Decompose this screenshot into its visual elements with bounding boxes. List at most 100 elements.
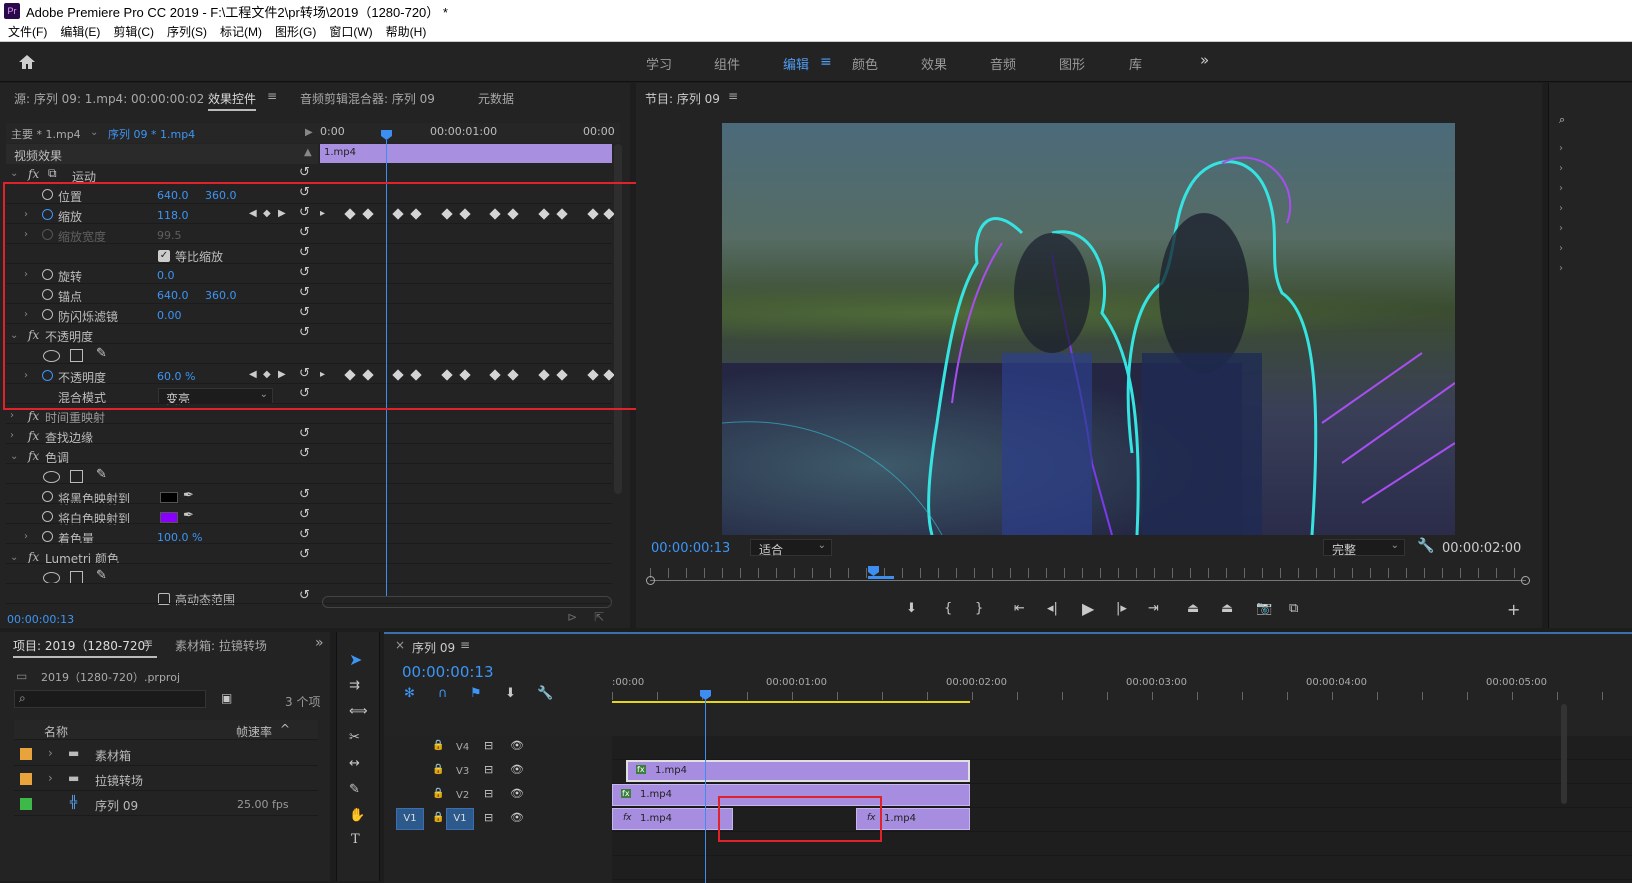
expand-icon[interactable]: › <box>10 410 14 421</box>
effect-clip-bar[interactable]: 1.mp4 <box>320 144 612 163</box>
close-icon[interactable]: × <box>395 638 405 652</box>
program-timecode[interactable]: 00:00:00:13 <box>651 541 730 556</box>
lock-icon[interactable]: 🔒 <box>432 812 444 823</box>
expand-icon[interactable]: › <box>1559 143 1563 154</box>
menu-marker[interactable]: 标记(M) <box>220 23 262 40</box>
workspace-menu-icon[interactable]: ≡ <box>820 54 832 70</box>
scrub-start-handle[interactable] <box>646 576 655 585</box>
expand-icon[interactable]: › <box>1559 203 1563 214</box>
eyedropper-icon[interactable]: ✒ <box>183 508 194 523</box>
sync-lock-icon[interactable]: ⊟ <box>484 763 493 776</box>
pen-mask-icon[interactable]: ✎ <box>96 568 107 583</box>
stopwatch-icon[interactable] <box>42 491 53 502</box>
filter-icon[interactable]: ⊳ <box>567 610 577 624</box>
workspace-effects[interactable]: 效果 <box>921 54 947 73</box>
new-search-bin-icon[interactable]: ▣ <box>221 691 232 705</box>
menu-file[interactable]: 文件(F) <box>8 23 47 40</box>
pen-tool-icon[interactable]: ✎ <box>349 782 360 797</box>
sequence-clip-label[interactable]: 序列 09 * 1.mp4 <box>108 126 195 142</box>
chevron-down-icon[interactable]: ⌄ <box>10 552 18 563</box>
white-map-color-swatch[interactable] <box>160 512 178 523</box>
extract-icon[interactable]: ⏏ <box>1221 601 1233 616</box>
list-item[interactable]: › ▬ 拉镜转场 <box>14 767 318 791</box>
step-back-icon[interactable]: ◂| <box>1047 601 1058 616</box>
linked-selection-icon[interactable]: ⚑ <box>470 686 482 701</box>
more-panels-icon[interactable]: » <box>315 635 324 651</box>
menu-clip[interactable]: 剪辑(C) <box>113 23 154 40</box>
collapse-icon[interactable]: ▲ <box>304 147 312 158</box>
chevron-down-icon[interactable]: ⌄ <box>10 451 18 462</box>
fx-badge-icon[interactable]: fx <box>28 550 39 564</box>
eyedropper-icon[interactable]: ✒ <box>183 488 194 503</box>
sort-ascending-icon[interactable]: ^ <box>280 722 290 736</box>
track-select-tool-icon[interactable]: ⇉ <box>349 678 360 693</box>
eye-icon[interactable]: 👁 <box>510 763 524 776</box>
menu-window[interactable]: 窗口(W) <box>329 23 372 40</box>
track-target-v1[interactable]: V1 <box>446 808 474 830</box>
wrench-icon[interactable]: 🔧 <box>1417 538 1434 554</box>
play-icon[interactable]: ▶ <box>1082 599 1094 618</box>
comparison-view-icon[interactable]: ⧉ <box>1289 601 1298 616</box>
button-editor-icon[interactable]: + <box>1507 600 1520 619</box>
horizontal-zoom-scrollbar[interactable] <box>322 596 612 608</box>
effect-controls-timecode[interactable]: 00:00:00:13 <box>7 613 74 626</box>
stopwatch-icon[interactable] <box>42 531 53 542</box>
timeline-ruler[interactable]: :00:00 00:00:01:00 00:00:02:00 00:00:03:… <box>612 672 1632 702</box>
eye-icon[interactable]: 👁 <box>510 787 524 800</box>
export-icon[interactable]: ⇱ <box>594 610 604 624</box>
rectangle-mask-icon[interactable] <box>70 571 83 584</box>
hdr-checkbox[interactable] <box>158 593 170 605</box>
mark-out-icon[interactable]: } <box>975 601 983 616</box>
tab-metadata[interactable]: 元数据 <box>478 90 514 107</box>
transform-icon[interactable]: ⧉ <box>48 166 57 181</box>
eye-icon[interactable]: 👁 <box>510 739 524 752</box>
expand-icon[interactable]: › <box>1559 183 1563 194</box>
workspace-learn[interactable]: 学习 <box>646 54 672 73</box>
sync-lock-icon[interactable]: ⊟ <box>484 739 493 752</box>
panel-menu-icon[interactable]: ≡ <box>728 89 738 103</box>
panel-menu-icon[interactable]: ≡ <box>460 638 470 652</box>
label-color-swatch[interactable] <box>20 773 32 785</box>
tab-effect-controls[interactable]: 效果控件 <box>208 90 257 111</box>
expand-icon[interactable]: › <box>10 430 14 441</box>
program-scrubber[interactable] <box>650 580 1526 581</box>
list-item[interactable]: › ▬ 素材箱 <box>14 742 318 766</box>
tab-audio-clip-mixer[interactable]: 音频剪辑混合器: 序列 09 <box>300 90 435 107</box>
playback-resolution-select[interactable]: 完整 ⌄ <box>1323 539 1405 557</box>
expand-icon[interactable]: › <box>24 531 28 542</box>
tint-amount-value[interactable]: 100.0 % <box>157 531 202 544</box>
tab-bin[interactable]: 素材箱: 拉镜转场 <box>175 637 267 654</box>
reset-icon[interactable]: ↺ <box>299 507 310 522</box>
fx-badge-icon[interactable]: fx <box>28 449 39 463</box>
reset-icon[interactable]: ↺ <box>299 527 310 542</box>
expand-icon[interactable]: › <box>1559 243 1563 254</box>
fx-badge-icon[interactable]: fx <box>28 167 39 181</box>
black-color-swatch[interactable] <box>160 492 178 503</box>
video-preview[interactable] <box>722 123 1455 535</box>
fx-badge-icon[interactable]: fx <box>28 429 39 443</box>
step-forward-icon[interactable]: |▸ <box>1116 601 1127 616</box>
search-icon[interactable]: ⌕ <box>1559 113 1565 127</box>
workspace-graphics[interactable]: 图形 <box>1059 54 1085 73</box>
timeline-settings-icon[interactable]: 🔧 <box>537 686 553 701</box>
go-to-in-icon[interactable]: ⇤ <box>1014 601 1025 616</box>
timeline-vertical-scrollbar[interactable] <box>1561 704 1567 804</box>
program-title[interactable]: 节目: 序列 09 <box>645 90 720 107</box>
panel-menu-icon[interactable]: ≡ <box>267 89 277 103</box>
menu-sequence[interactable]: 序列(S) <box>167 23 207 40</box>
home-icon[interactable] <box>18 54 36 70</box>
scrub-end-handle[interactable] <box>1521 576 1530 585</box>
export-frame-icon[interactable]: 📷 <box>1256 601 1272 616</box>
snap-icon[interactable]: ∩ <box>438 686 448 701</box>
chevron-down-icon[interactable]: ⌄ <box>90 127 98 138</box>
reset-icon[interactable]: ↺ <box>299 547 310 562</box>
reset-icon[interactable]: ↺ <box>299 588 310 603</box>
menu-help[interactable]: 帮助(H) <box>386 23 427 40</box>
menu-graphics[interactable]: 图形(G) <box>275 23 316 40</box>
stopwatch-icon[interactable] <box>42 511 53 522</box>
play-only-icon[interactable]: ▶ <box>305 127 313 138</box>
sequence-tab[interactable]: 序列 09 <box>412 639 455 656</box>
expand-icon[interactable]: › <box>1559 163 1563 174</box>
reset-icon[interactable]: ↺ <box>299 426 310 441</box>
ellipse-mask-icon[interactable] <box>43 471 60 483</box>
